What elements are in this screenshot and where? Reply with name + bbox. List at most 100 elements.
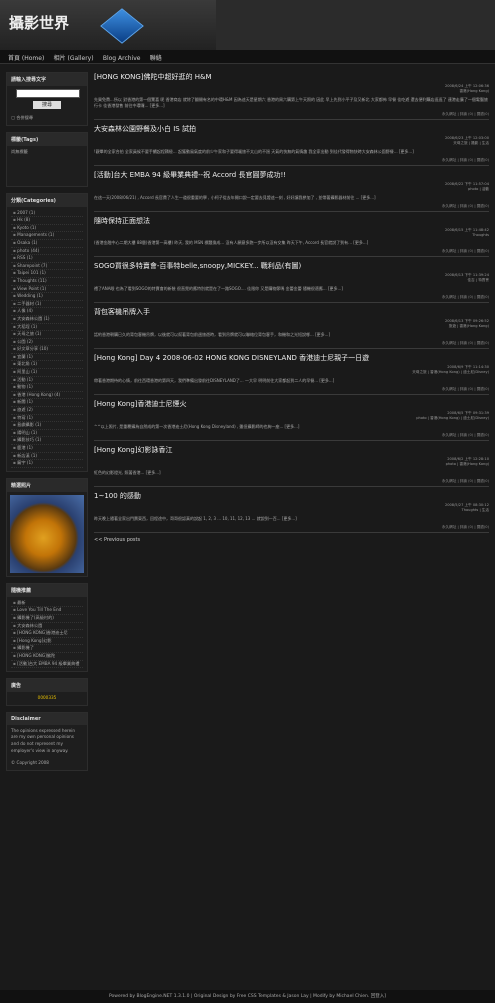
post-footer-links[interactable]: 永久網址 | 評論 (0) | 閱讀(0) [94, 249, 489, 254]
search-input[interactable] [16, 89, 80, 98]
post-footer-links[interactable]: 永久網址 | 評論 (0) | 閱讀(0) [94, 433, 489, 438]
footer: Powered by BlogEngine.NET 1.3.1.0 | Orig… [0, 990, 495, 1003]
header-right-panel [216, 0, 495, 50]
post-title[interactable]: [Hong Kong]香港迪士尼煙火 [94, 399, 489, 409]
post-footer-links[interactable]: 永久網址 | 評論 (0) | 閱讀(0) [94, 479, 489, 484]
post-tags[interactable]: 香港(Hong Kong) [94, 89, 489, 94]
post-footer-links[interactable]: 永久網址 | 評論 (0) | 閱讀(0) [94, 525, 489, 530]
recent-item[interactable]: Love You Till The End [11, 607, 83, 615]
post: 背包客機吊牌入手 2008/6/13 下午 09:26:52 旅遊 | 香港(H… [94, 307, 489, 349]
post: 1~100 的感動 2008/5/27 上午 08:30:12 Thoughts… [94, 491, 489, 533]
post-tags[interactable]: 旅遊 | 香港(Hong Kong) [94, 324, 489, 329]
post-body: !觀畢的全家合拍 全家員候不要手續起程積極... 起獲動風氣度的前少午家和子要得… [94, 149, 414, 154]
post: [Hong Kong]幻影詠香江 2008/6/2 上午 12:28:10 ph… [94, 445, 489, 487]
site-title[interactable]: 攝影世界 [9, 12, 69, 33]
post-tags[interactable]: photo | 香港(Hong Kong) [94, 462, 489, 467]
category-item[interactable]: 攝影技巧 (1) [11, 437, 83, 445]
category-item[interactable]: 人像 (4) [11, 308, 83, 316]
post-tags[interactable]: 佳吉 | 特賣會 [94, 278, 489, 283]
recent-item[interactable]: [活動]台大 EMBA 94 級畢業典禮 [11, 661, 83, 669]
post-body: 帶著香港期待的心情，前往西環香港的第四天，我們準備出發前往DISNEYLAND了… [94, 378, 335, 383]
post-title[interactable]: 1~100 的感動 [94, 491, 489, 501]
post-tags[interactable]: Thoughts | 生活 [94, 508, 489, 513]
category-item[interactable]: 2007 (1) [11, 210, 83, 218]
post-tags[interactable]: 天母之旅 | 攝影 | 生活 [94, 141, 489, 146]
category-item[interactable]: 新聞 (1) [11, 399, 83, 408]
post: 大安森林公園野餐及小白 IS 試拍 2008/6/23 上午 12:03:00 … [94, 124, 489, 166]
category-item[interactable]: Osaka (1) [11, 240, 83, 248]
nav-gallery[interactable]: 相片 (Gallery) [54, 53, 94, 62]
post-title[interactable]: [HONG KONG]佛陀中超好逛的 H&M [94, 72, 489, 82]
previous-posts-link[interactable]: << Previous posts [94, 537, 489, 543]
post-footer-links[interactable]: 永久網址 | 評論 (0) | 閱讀(0) [94, 158, 489, 163]
category-item[interactable]: 好文章分享 (10) [11, 346, 83, 354]
recent-item[interactable]: 最新 [11, 600, 83, 608]
category-item[interactable]: Managements (1) [11, 232, 83, 240]
post-footer-links[interactable]: 永久網址 | 評論 (0) | 閱讀(0) [94, 387, 489, 392]
disclaimer-title: Disclaimer [7, 712, 87, 725]
categories-box: 分類(Categories) 2007 (1)Hk (8)Kyoto (1)Ma… [6, 192, 88, 472]
post-title[interactable]: [Hong Kong]幻影詠香江 [94, 445, 489, 455]
category-item[interactable]: Hk (8) [11, 217, 83, 225]
ads-box: 廣告 0000335 [6, 678, 88, 706]
category-item[interactable]: photo (44) [11, 248, 83, 256]
category-item[interactable]: Wedding (1) [11, 293, 83, 301]
post-tags[interactable]: photo | 活動 [94, 187, 489, 192]
featured-photo-sunflower[interactable] [10, 494, 84, 573]
recent-item[interactable]: [HONG KONG]佛陀 [11, 653, 83, 661]
top-nav: 首頁 (Home) 相片 (Gallery) Blog Archive 聯絡 [0, 50, 495, 64]
category-item[interactable]: 天母之旅 (1) [11, 331, 83, 339]
post-footer-links[interactable]: 永久網址 | 評論 (0) | 閱讀(0) [94, 112, 489, 117]
category-list: 2007 (1)Hk (8)Kyoto (1)Managements (1)Os… [7, 207, 87, 471]
category-item[interactable]: 鹿港 (1) [11, 445, 83, 453]
category-item[interactable]: View Point (1) [11, 286, 83, 294]
recent-item[interactable]: [HONG KONG]香港迪士尼 [11, 630, 83, 638]
post-list: [HONG KONG]佛陀中超好逛的 H&M 2008/6/24 上午 12:0… [94, 72, 489, 543]
category-item[interactable]: Taipei 101 (1) [11, 270, 83, 278]
post-title[interactable]: 大安森林公園野餐及小白 IS 試拍 [94, 124, 489, 134]
post: [Hong Kong]香港迪士尼煙火 2008/6/5 下午 09:31:39 … [94, 399, 489, 441]
post-title[interactable]: [活動]台大 EMBA 94 級畢業典禮--祝 Accord 長官圓夢成功!! [94, 170, 489, 180]
nav-home[interactable]: 首頁 (Home) [8, 53, 44, 62]
category-item[interactable]: 大安森林公園 (1) [11, 316, 83, 324]
post-tags[interactable]: 天母之旅 | 香港(Hong Kong) | 迪士尼(Disney) [94, 370, 489, 375]
disclaimer-box: Disclaimer The opinions expressed herein… [6, 711, 88, 771]
nav-contact[interactable]: 聯絡 [150, 53, 162, 62]
post-footer-links[interactable]: 永久網址 | 評論 (0) | 閱讀(0) [94, 204, 489, 209]
recent-box: 隨機推薦 最新Love You Till The End攝影機了(高級村的)大安… [6, 582, 88, 673]
category-item[interactable]: 旅遊 (2) [11, 407, 83, 415]
search-checkbox-label: 合併搜尋 [16, 115, 34, 120]
post-title[interactable]: [Hong Kong] Day 4 2008-06-02 HONG KONG D… [94, 353, 489, 363]
post-body: 在這一天(2008/06/21) , Accord 長官費了人生一道很重要的學 … [94, 195, 376, 200]
category-item[interactable]: Sharepoint (7) [11, 263, 83, 271]
category-item[interactable]: 島嶼攝影 (1) [11, 422, 83, 430]
post: [Hong Kong] Day 4 2008-06-02 HONG KONG D… [94, 353, 489, 395]
category-item[interactable]: 東北角 (1) [11, 361, 83, 370]
category-item[interactable]: RSS (1) [11, 255, 83, 263]
category-item[interactable]: 大稻埕 (1) [11, 324, 83, 332]
post-body: 紅色的幻影燈光, 照著香港... [更多...] [94, 470, 161, 475]
post-body: 昨天晚上隨著全家出門賣東西，回程途中，哥哥很認真的說起 1, 2, 3 ... … [94, 516, 297, 521]
category-item[interactable]: 阿里山 (1) [11, 369, 83, 377]
post-tags[interactable]: Thoughts [94, 233, 489, 237]
category-item[interactable]: Kyoto (1) [11, 225, 83, 233]
tags-box: 標籤(Tags) 尚無標籤 [6, 131, 88, 187]
recent-item[interactable]: 攝影機了 [11, 645, 83, 653]
post-title[interactable]: 背包客機吊牌入手 [94, 307, 489, 317]
tags-title: 標籤(Tags) [7, 132, 87, 146]
post-title[interactable]: 隨時保持正面想法 [94, 216, 489, 226]
post-footer-links[interactable]: 永久網址 | 評論 (0) | 閱讀(0) [94, 295, 489, 300]
search-option[interactable]: ▢ 合併搜尋 [7, 112, 87, 125]
post-title[interactable]: SOGO買很多特賣會-百事特belle,snoopy,MICKEY... 戰利品… [94, 261, 489, 271]
category-item[interactable]: 廟宇 (1) [11, 460, 83, 468]
post-body: 先買免費...所以 對香港的第一個驚喜 呢 香港商店 就除了翻開有名的中環H&M… [94, 97, 488, 108]
nav-archive[interactable]: Blog Archive [103, 55, 141, 62]
search-button[interactable]: 搜尋 [33, 101, 61, 109]
category-item[interactable]: Thoughts (11) [11, 278, 83, 286]
cube-logo-icon [100, 8, 144, 44]
category-item[interactable]: 動物 (1) [11, 384, 83, 392]
recent-item[interactable]: 攝影機了(高級村的) [11, 615, 83, 623]
post-footer-links[interactable]: 永久網址 | 評論 (0) | 閱讀(0) [94, 341, 489, 346]
visit-counter: 0000335 [37, 695, 57, 701]
post-tags[interactable]: photo | 香港(Hong Kong) | 迪士尼(Disney) [94, 416, 489, 421]
